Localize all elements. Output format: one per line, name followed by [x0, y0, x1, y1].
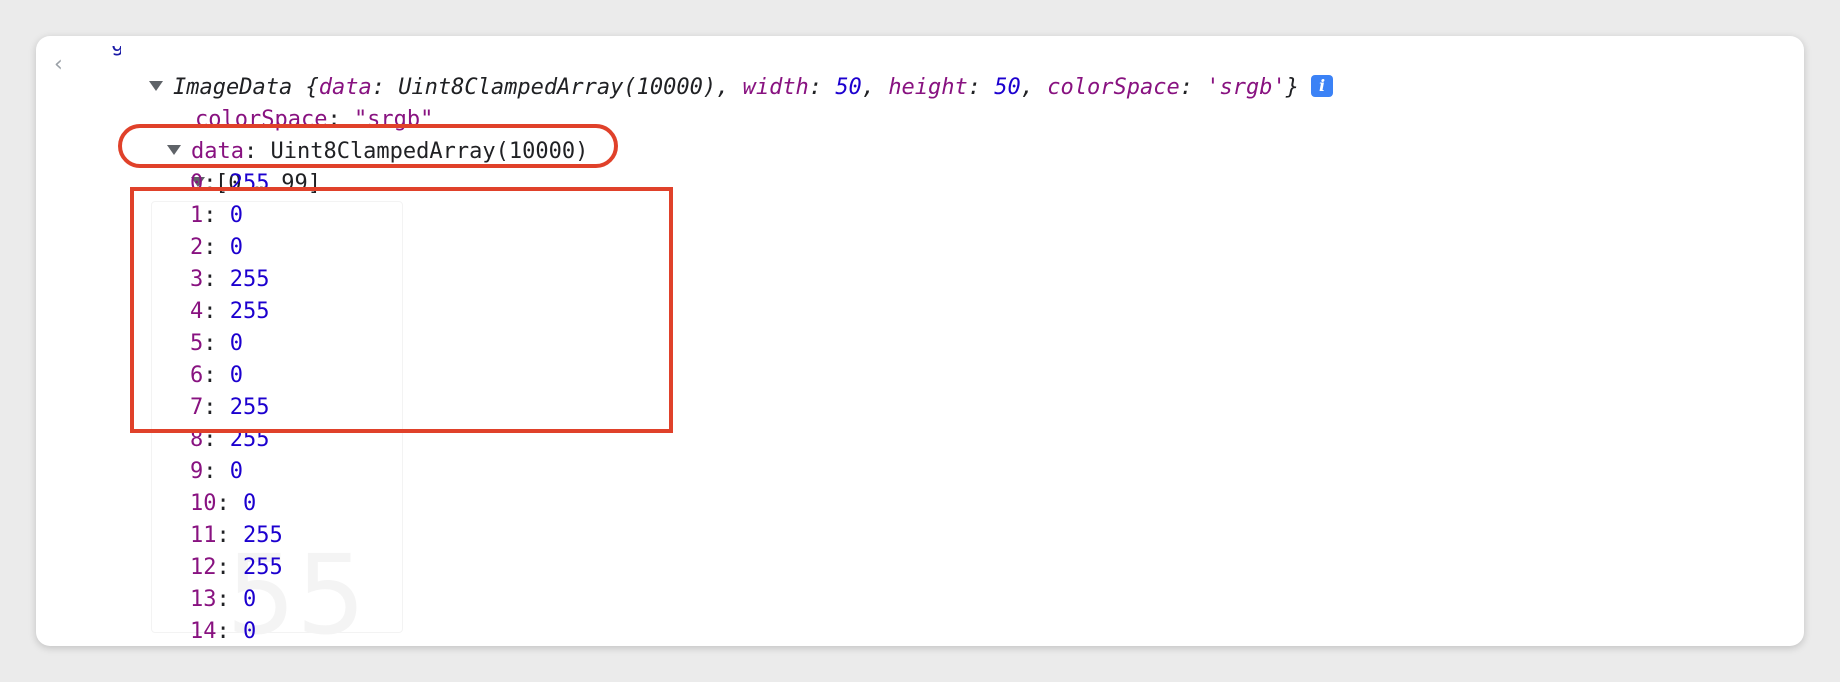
colorspace-row: colorSpace: "srgb": [194, 107, 434, 132]
summary-data-value: Uint8ClampedArray(10000): [398, 75, 717, 100]
info-icon[interactable]: i: [1310, 75, 1333, 97]
entry-index: 9: [190, 459, 204, 484]
entry-index: 12: [190, 555, 217, 580]
summary-colorspace-value: 'srgb': [1206, 75, 1286, 100]
entry-value: 0: [243, 491, 257, 516]
summary-width-value: 50: [835, 75, 862, 100]
entry-value: 0: [243, 619, 257, 644]
entry-index: 14: [190, 619, 217, 644]
array-entry-row: 10: 0: [190, 491, 257, 516]
summary-colorspace-key: colorSpace: [1047, 75, 1180, 100]
highlight-rect-annotation: [130, 187, 673, 433]
array-entry-row: 12: 255: [190, 555, 283, 580]
array-entry-row: 13: 0: [190, 587, 257, 612]
devtools-console-panel: g 55 ‹ ImageData {data: Uint8ClampedArra…: [36, 36, 1804, 646]
entry-value: 0: [243, 587, 257, 612]
array-entry-row: 9: 0: [190, 459, 243, 484]
imagedata-summary-row[interactable]: ImageData {data: Uint8ClampedArray(10000…: [96, 40, 1333, 100]
summary-height-value: 50: [994, 75, 1021, 100]
array-entry-row: 11: 255: [190, 523, 283, 548]
result-arrow-icon: ‹: [54, 52, 63, 77]
summary-height-key: height: [888, 75, 968, 100]
summary-width-key: width: [742, 75, 809, 100]
array-entry-row: 14: 0: [190, 619, 257, 644]
entry-index: 11: [190, 523, 217, 548]
highlight-oval-annotation: [118, 124, 618, 168]
entry-index: 13: [190, 587, 217, 612]
entry-index: 10: [190, 491, 217, 516]
entry-value: 255: [243, 555, 283, 580]
entry-value: 0: [229, 459, 243, 484]
entry-value: 255: [243, 523, 283, 548]
